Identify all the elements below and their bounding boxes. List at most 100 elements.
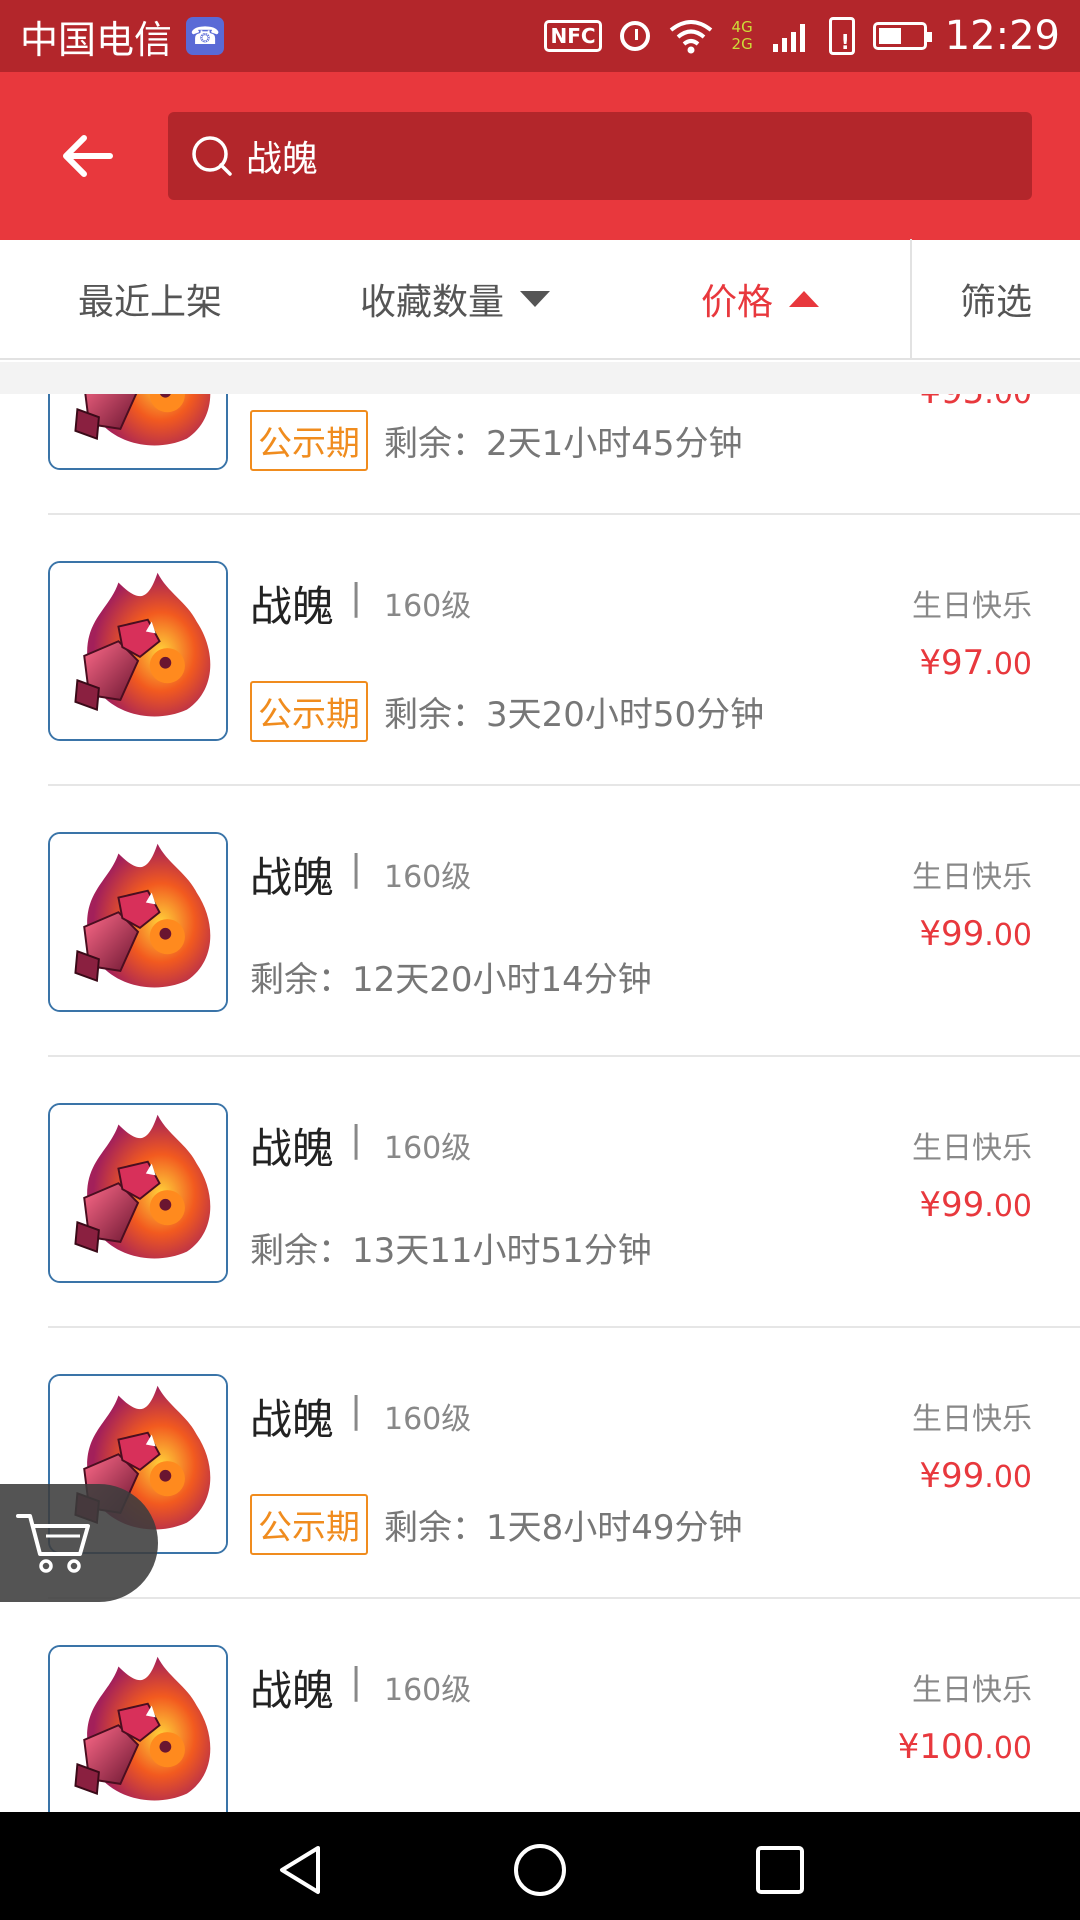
nfc-icon: NFC <box>544 20 602 52</box>
item-price-int: ¥97 <box>919 643 985 683</box>
item-price: ¥99.00 <box>919 914 1032 954</box>
item-separator: | <box>350 1661 363 1702</box>
public-period-badge: 公示期 <box>250 1494 368 1555</box>
item-level: 160级 <box>384 1131 472 1166</box>
list-item[interactable]: 战魄 | 160级 生日快乐 ¥100.00 <box>0 1599 1080 1812</box>
network-type: 4G 2G <box>732 19 753 53</box>
remaining-time: 剩余：1天8小时49分钟 <box>384 1508 743 1548</box>
net-type-top: 4G <box>731 18 753 36</box>
sort-tab-favorites-label: 收藏数量 <box>359 282 504 323</box>
item-price-dec: .00 <box>984 647 1032 682</box>
status-bar: 中国电信 ☎ NFC 4G 2G 12:29 <box>0 0 1080 72</box>
public-period-badge: 公示期 <box>250 410 368 471</box>
search-input[interactable]: 战魄 <box>168 112 1032 200</box>
triangle-back-icon[interactable] <box>272 1842 328 1898</box>
item-name: 战魄 <box>250 853 335 902</box>
sort-tab-price[interactable]: 价格 <box>610 239 910 359</box>
sort-tab-recent[interactable]: 最近上架 <box>0 239 300 359</box>
item-price-int: ¥99 <box>919 1456 985 1496</box>
item-status-row: 剩余：13天11小时51分钟 <box>250 1223 652 1272</box>
battery-icon <box>872 22 932 50</box>
item-level: 160级 <box>384 589 472 624</box>
item-price: ¥97.00 <box>919 643 1032 683</box>
item-server: 生日快乐 <box>912 589 1032 624</box>
back-button[interactable] <box>46 120 126 192</box>
item-status-row: 公示期 剩余：3天20小时50分钟 <box>250 681 764 742</box>
item-separator: | <box>350 577 363 618</box>
item-thumbnail <box>48 1103 228 1283</box>
item-price-dec: .00 <box>984 918 1032 953</box>
item-level: 160级 <box>384 860 472 895</box>
item-name: 战魄 <box>250 1395 335 1444</box>
net-type-bottom: 2G <box>731 35 753 53</box>
war-soul-item-icon <box>50 1647 226 1812</box>
arrow-left-icon <box>63 135 113 177</box>
item-thumbnail <box>48 832 228 1012</box>
item-level: 160级 <box>384 1402 472 1437</box>
sim-alert-icon <box>828 17 855 55</box>
item-thumbnail <box>48 1645 228 1812</box>
remaining-time: 剩余：13天11小时51分钟 <box>250 1231 652 1271</box>
item-price-int: ¥99 <box>919 914 985 954</box>
item-separator: | <box>350 848 363 889</box>
item-price: ¥99.00 <box>919 1185 1032 1225</box>
item-server: 生日快乐 <box>912 860 1032 895</box>
item-price-dec: .00 <box>984 394 1032 411</box>
item-list[interactable]: 战魄|160级生日快乐¥95.00公示期剩余：2天1小时45分钟战魄|160级生… <box>0 394 1080 1812</box>
clock: 12:29 <box>944 13 1060 59</box>
search-query: 战魄 <box>246 139 319 180</box>
sort-bar: 最近上架 收藏数量 价格 筛选 <box>0 239 1080 360</box>
item-thumbnail <box>48 561 228 741</box>
square-recent-icon[interactable] <box>752 1842 808 1898</box>
item-price: ¥99.00 <box>919 1456 1032 1496</box>
list-item[interactable]: 战魄 | 160级 生日快乐 ¥99.00 公示期 剩余：1天8小时49分钟 <box>0 1328 1080 1599</box>
list-item[interactable]: 战魄 | 160级 生日快乐 ¥97.00 公示期 剩余：3天20小时50分钟 <box>0 515 1080 786</box>
remaining-time: 剩余：3天20小时50分钟 <box>384 695 765 735</box>
public-period-badge: 公示期 <box>250 681 368 742</box>
filter-button[interactable]: 筛选 <box>910 239 1080 359</box>
sort-tab-recent-label: 最近上架 <box>77 282 222 323</box>
item-price-dec: .00 <box>984 1460 1032 1495</box>
item-separator: | <box>350 1119 363 1160</box>
wifi-icon <box>669 20 712 54</box>
cart-icon <box>16 1514 90 1573</box>
list-item[interactable]: 战魄 | 160级 生日快乐 ¥99.00 剩余：12天20小时14分钟 <box>0 786 1080 1057</box>
item-price-dec: .00 <box>984 1189 1032 1224</box>
war-soul-item-icon <box>50 394 226 468</box>
status-left: 中国电信 ☎ <box>20 9 225 64</box>
item-separator: | <box>350 1390 363 1431</box>
item-level: 160级 <box>384 1673 472 1708</box>
item-name: 战魄 <box>250 1666 335 1715</box>
search-icon <box>192 136 232 176</box>
list-top-spacer <box>0 362 1080 394</box>
item-price-int: ¥99 <box>919 1185 985 1225</box>
signal-icon <box>772 24 805 52</box>
list-item[interactable]: 战魄 | 160级 生日快乐 ¥99.00 剩余：13天11小时51分钟 <box>0 1057 1080 1328</box>
carrier-name: 中国电信 <box>20 17 173 62</box>
item-price: ¥100.00 <box>898 1727 1032 1767</box>
item-price-dec: .00 <box>984 1731 1032 1766</box>
carrier-app-icon: ☎ <box>186 17 225 55</box>
item-server: 生日快乐 <box>912 1673 1032 1708</box>
status-right: NFC 4G 2G 12:29 <box>544 13 1060 59</box>
item-server: 生日快乐 <box>912 1402 1032 1437</box>
item-name: 战魄 <box>250 1124 335 1173</box>
caret-down-icon <box>520 291 550 307</box>
cart-button[interactable] <box>0 1484 158 1602</box>
sort-tab-favorites[interactable]: 收藏数量 <box>300 239 610 359</box>
war-soul-item-icon <box>50 1105 226 1281</box>
item-price: ¥95.00 <box>919 394 1032 412</box>
circle-home-icon[interactable] <box>512 1842 568 1898</box>
system-nav-bar <box>0 1812 1080 1920</box>
war-soul-item-icon <box>50 834 226 1010</box>
list-item[interactable]: 战魄|160级生日快乐¥95.00公示期剩余：2天1小时45分钟 <box>0 394 1080 515</box>
alarm-icon <box>619 21 650 51</box>
filter-label: 筛选 <box>959 282 1032 323</box>
sort-tab-price-label: 价格 <box>700 282 773 323</box>
caret-up-icon <box>789 291 819 307</box>
item-status-row: 公示期 剩余：2天1小时45分钟 <box>250 410 743 471</box>
item-list-scroll: 战魄|160级生日快乐¥95.00公示期剩余：2天1小时45分钟战魄|160级生… <box>0 394 1080 1812</box>
item-name: 战魄 <box>250 582 335 631</box>
war-soul-item-icon <box>50 563 226 739</box>
item-price-int: ¥100 <box>897 1727 985 1767</box>
